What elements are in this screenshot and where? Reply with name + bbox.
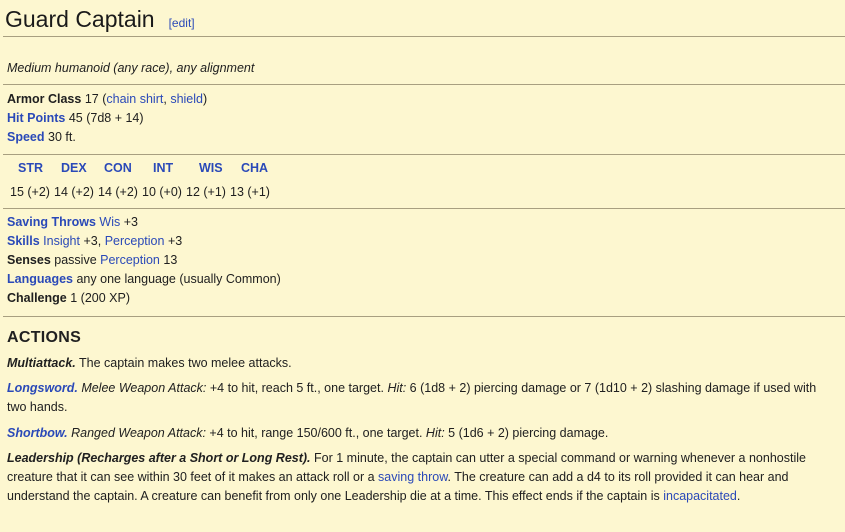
saving-throw-link[interactable]: saving throw [378, 470, 447, 484]
longsword-link[interactable]: Longsword. [7, 381, 78, 395]
divider [3, 208, 845, 209]
wis-value: 12 (+1) [186, 185, 226, 199]
shortbow-entry: Shortbow. Ranged Weapon Attack: +4 to hi… [7, 424, 835, 443]
cha-header[interactable]: CHA [241, 161, 281, 175]
passive-perception-link[interactable]: Perception [100, 253, 160, 267]
insight-value: +3, [83, 234, 105, 248]
shortbow-text2: 5 (1d6 + 2) piercing damage. [448, 426, 609, 440]
languages-link[interactable]: Languages [7, 272, 73, 286]
leadership-text3: . [736, 489, 741, 503]
skills-link[interactable]: Skills [7, 234, 40, 248]
edit-link[interactable]: [edit] [169, 16, 195, 30]
divider [3, 154, 845, 155]
con-header[interactable]: CON [104, 161, 153, 175]
shortbow-text1: +4 to hit, range 150/600 ft., one target… [209, 426, 423, 440]
dex-header[interactable]: DEX [61, 161, 104, 175]
longsword-text1: +4 to hit, reach 5 ft., one target. [209, 381, 384, 395]
con-value: 14 (+2) [98, 185, 138, 199]
speed-link[interactable]: Speed [7, 130, 45, 144]
skills-row: Skills Insight +3, Perception +3 [7, 233, 182, 249]
leadership-name: Leadership (Recharges after a Short or L… [7, 451, 311, 465]
armor-close: ) [202, 92, 208, 106]
speed-row: Speed 30 ft. [7, 129, 76, 145]
ability-headers: STR DEX CON INT WIS CHA [7, 161, 281, 175]
senses-value: 13 [163, 253, 178, 267]
divider [3, 36, 845, 37]
multiattack-text: The captain makes two melee attacks. [79, 356, 292, 370]
incapacitated-link[interactable]: incapacitated [663, 489, 737, 503]
shield-link[interactable]: shield [170, 92, 203, 106]
int-value: 10 (+0) [142, 185, 182, 199]
challenge-label: Challenge [7, 291, 67, 305]
shortbow-type: Ranged Weapon Attack: [71, 426, 206, 440]
leadership-entry: Leadership (Recharges after a Short or L… [7, 449, 835, 506]
saving-throws-value: +3 [123, 215, 138, 229]
page-title: Guard Captain [5, 6, 155, 32]
title-row: Guard Captain [edit] [5, 6, 195, 36]
actions-heading: ACTIONS [7, 329, 82, 346]
perception-value: +3 [167, 234, 183, 248]
hit-points-link[interactable]: Hit Points [7, 111, 65, 125]
senses-row: Senses passive Perception 13 [7, 252, 177, 268]
creature-type: Medium humanoid (any race), any alignmen… [7, 61, 255, 75]
hit-points-value: 45 (7d8 + 14) [68, 111, 144, 125]
languages-value: any one language (usually Common) [76, 272, 281, 286]
saving-throws-row: Saving Throws Wis +3 [7, 214, 138, 230]
multiattack-entry: Multiattack. The captain makes two melee… [7, 354, 835, 373]
cha-value: 13 (+1) [230, 185, 270, 199]
shortbow-hit: Hit: [425, 426, 445, 440]
challenge-value: 1 (200 XP) [70, 291, 130, 305]
saving-throws-link[interactable]: Saving Throws [7, 215, 96, 229]
divider [3, 84, 845, 85]
dex-value: 14 (+2) [54, 185, 94, 199]
wis-save-link[interactable]: Wis [99, 215, 120, 229]
armor-class-row: Armor Class 17 (chain shirt, shield) [7, 91, 207, 107]
multiattack-name: Multiattack. [7, 356, 76, 370]
chain-shirt-link[interactable]: chain shirt [106, 92, 163, 106]
str-header[interactable]: STR [18, 161, 61, 175]
speed-value: 30 ft. [48, 130, 76, 144]
challenge-row: Challenge 1 (200 XP) [7, 290, 130, 306]
wis-header[interactable]: WIS [199, 161, 241, 175]
armor-class-label: Armor Class [7, 92, 82, 106]
senses-prefix: passive [54, 253, 101, 267]
longsword-type: Melee Weapon Attack: [81, 381, 207, 395]
longsword-hit: Hit: [387, 381, 407, 395]
shortbow-link[interactable]: Shortbow. [7, 426, 68, 440]
divider [3, 316, 845, 317]
longsword-entry: Longsword. Melee Weapon Attack: +4 to hi… [7, 379, 835, 417]
str-value: 15 (+2) [10, 185, 50, 199]
armor-class-value: 17 ( [84, 92, 107, 106]
statblock-page: Guard Captain [edit] Medium humanoid (an… [0, 0, 845, 532]
perception-link[interactable]: Perception [105, 234, 165, 248]
hit-points-row: Hit Points 45 (7d8 + 14) [7, 110, 144, 126]
ability-values: 15 (+2) 14 (+2) 14 (+2) 10 (+0) 12 (+1) … [10, 185, 274, 199]
languages-row: Languages any one language (usually Comm… [7, 271, 281, 287]
insight-link[interactable]: Insight [43, 234, 80, 248]
int-header[interactable]: INT [153, 161, 199, 175]
senses-label: Senses [7, 253, 51, 267]
